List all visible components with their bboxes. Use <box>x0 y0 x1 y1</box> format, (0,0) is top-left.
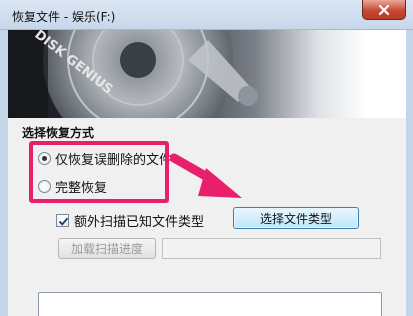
extra-scan-label: 额外扫描已知文件类型 <box>74 214 205 230</box>
banner-image: DISK GENIUS <box>8 30 406 118</box>
select-file-type-button[interactable]: 选择文件类型 <box>233 207 359 229</box>
bottom-text-field[interactable] <box>38 292 382 316</box>
annotation-arrow-icon <box>170 153 242 198</box>
annotation-highlight-box <box>29 141 169 203</box>
window-title: 恢复文件 - 娱乐(F:) <box>12 10 116 24</box>
recovery-mode-section-title: 选择恢复方式 <box>22 126 95 140</box>
extra-scan-checkbox-row[interactable]: 额外扫描已知文件类型 <box>56 211 205 230</box>
load-scan-progress-button[interactable]: 加载扫描进度 <box>58 238 156 259</box>
extra-scan-checkbox[interactable] <box>56 213 69 227</box>
window-frame-right <box>406 30 413 316</box>
checkmark-icon <box>58 217 69 226</box>
title-bar: 恢复文件 - 娱乐(F:) <box>0 0 413 30</box>
scan-progress-path-field[interactable] <box>162 238 381 259</box>
hard-disk-platter-image: DISK GENIUS <box>8 30 258 118</box>
close-button[interactable] <box>362 0 406 20</box>
close-icon <box>378 4 390 15</box>
window-frame-left <box>0 30 8 316</box>
